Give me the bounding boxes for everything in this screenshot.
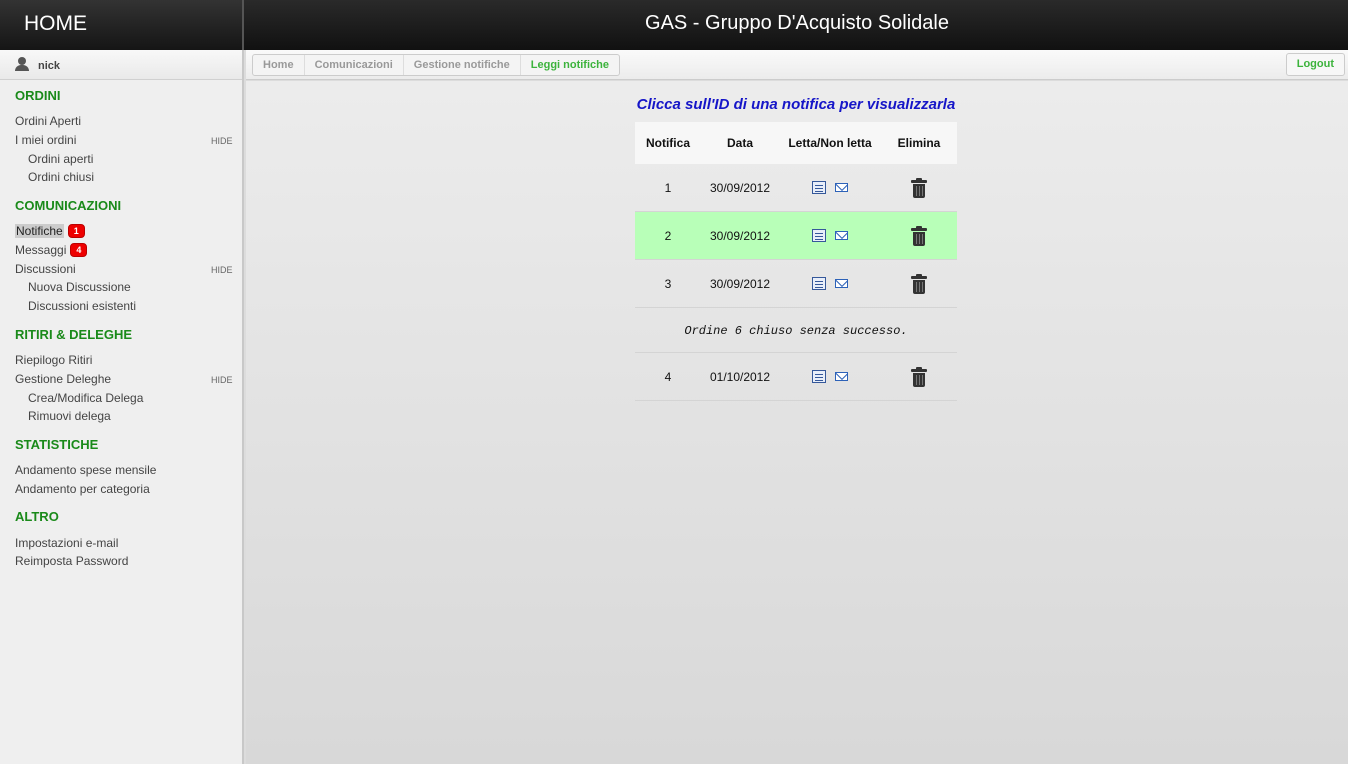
column-header-letta: Letta/Non letta xyxy=(788,136,872,150)
breadcrumb-comunicazioni[interactable]: Comunicazioni xyxy=(305,55,404,75)
notifications-table: Notifica Data Letta/Non letta Elimina 1 … xyxy=(635,122,957,401)
read-document-icon[interactable] xyxy=(812,370,826,383)
delete-cell xyxy=(881,260,957,307)
trash-icon[interactable] xyxy=(911,366,927,387)
notification-date: 30/09/2012 xyxy=(709,276,771,291)
column-header-elimina: Elimina xyxy=(897,136,941,150)
home-link[interactable]: HOME xyxy=(24,12,87,36)
username: nick xyxy=(38,60,61,72)
hide-toggle-ordini[interactable]: HIDE xyxy=(211,136,233,146)
main-content: Clicca sull'ID di una notifica per visua… xyxy=(246,81,1348,764)
breadcrumb: Home Comunicazioni Gestione notifiche Le… xyxy=(252,54,620,76)
notification-date: 30/09/2012 xyxy=(709,228,771,243)
sidebar-item-notifiche[interactable]: Notifiche 1 xyxy=(15,224,85,238)
user-bar: nick xyxy=(0,50,242,80)
trash-icon[interactable] xyxy=(911,225,927,246)
sidebar-item-miei-ordini[interactable]: I miei ordini xyxy=(15,133,76,147)
sidebar-item-andamento-mensile[interactable]: Andamento spese mensile xyxy=(15,463,156,477)
section-title-comunicazioni: COMUNICAZIONI xyxy=(15,198,122,213)
envelope-icon[interactable] xyxy=(835,372,848,381)
read-status-cell xyxy=(779,353,881,400)
breadcrumb-gestione-notifiche[interactable]: Gestione notifiche xyxy=(404,55,521,75)
sidebar-subitem-nuova-discussione[interactable]: Nuova Discussione xyxy=(28,280,131,294)
hide-toggle-deleghe[interactable]: HIDE xyxy=(211,375,233,385)
column-header-notifica: Notifica xyxy=(645,136,690,150)
notification-id[interactable]: 4 xyxy=(635,353,701,400)
section-title-statistiche: STATISTICHE xyxy=(15,437,99,452)
read-document-icon[interactable] xyxy=(812,277,826,290)
breadcrumb-bar: Home Comunicazioni Gestione notifiche Le… xyxy=(246,50,1348,80)
notification-message: Ordine 6 chiuso senza successo. xyxy=(635,308,957,353)
trash-icon[interactable] xyxy=(911,273,927,294)
table-row: 4 01/10/2012 xyxy=(635,353,957,401)
top-bar: HOME GAS - Gruppo D'Acquisto Solidale xyxy=(0,0,1348,50)
delete-cell xyxy=(881,164,957,211)
envelope-icon[interactable] xyxy=(835,279,848,288)
notification-date: 30/09/2012 xyxy=(709,180,771,195)
sidebar-item-notifiche-label: Notifiche xyxy=(15,224,64,238)
trash-icon[interactable] xyxy=(911,177,927,198)
sidebar-item-reimposta-password[interactable]: Reimposta Password xyxy=(15,554,128,568)
sidebar: nick ORDINI Ordini Aperti I miei ordini … xyxy=(0,50,244,764)
table-row-selected: 2 30/09/2012 xyxy=(635,212,957,260)
column-header-data: Data xyxy=(726,136,753,150)
notification-id[interactable]: 2 xyxy=(635,212,701,259)
envelope-icon[interactable] xyxy=(835,183,848,192)
table-row: 1 30/09/2012 xyxy=(635,164,957,212)
user-icon xyxy=(15,57,29,72)
sidebar-item-ordini-aperti[interactable]: Ordini Aperti xyxy=(15,114,81,128)
read-status-cell xyxy=(779,164,881,211)
delete-cell xyxy=(881,353,957,400)
hide-toggle-discussioni[interactable]: HIDE xyxy=(211,265,233,275)
table-row: 3 30/09/2012 xyxy=(635,260,957,308)
sidebar-item-discussioni[interactable]: Discussioni xyxy=(15,262,76,276)
table-header: Notifica Data Letta/Non letta Elimina xyxy=(635,122,957,164)
sidebar-item-impostazioni-email[interactable]: Impostazioni e-mail xyxy=(15,536,118,550)
breadcrumb-home[interactable]: Home xyxy=(253,55,305,75)
notifiche-count-badge: 1 xyxy=(67,224,85,238)
sidebar-item-riepilogo-ritiri[interactable]: Riepilogo Ritiri xyxy=(15,353,92,367)
messaggi-count-badge: 4 xyxy=(70,243,88,257)
instruction-text: Clicca sull'ID di una notifica per visua… xyxy=(636,96,956,113)
section-title-ordini: ORDINI xyxy=(15,88,61,103)
read-document-icon[interactable] xyxy=(812,181,826,194)
sidebar-item-messaggi-label: Messaggi xyxy=(15,243,67,257)
notification-id[interactable]: 1 xyxy=(635,164,701,211)
read-document-icon[interactable] xyxy=(812,229,826,242)
notification-id[interactable]: 3 xyxy=(635,260,701,307)
sidebar-subitem-discussioni-esistenti[interactable]: Discussioni esistenti xyxy=(28,299,136,313)
sidebar-item-gestione-deleghe[interactable]: Gestione Deleghe xyxy=(15,372,111,386)
section-title-altro: ALTRO xyxy=(15,509,59,524)
home-box: HOME xyxy=(0,0,244,50)
read-status-cell xyxy=(779,212,881,259)
sidebar-item-andamento-categoria[interactable]: Andamento per categoria xyxy=(15,482,150,496)
breadcrumb-leggi-notifiche[interactable]: Leggi notifiche xyxy=(521,55,619,75)
delete-cell xyxy=(881,212,957,259)
notification-date: 01/10/2012 xyxy=(709,369,771,384)
sidebar-subitem-rimuovi-delega[interactable]: Rimuovi delega xyxy=(28,409,111,423)
site-title: GAS - Gruppo D'Acquisto Solidale xyxy=(645,12,949,34)
logout-button[interactable]: Logout xyxy=(1285,53,1345,76)
sidebar-subitem-ordini-chiusi[interactable]: Ordini chiusi xyxy=(28,170,94,184)
section-title-ritiri: RITIRI & DELEGHE xyxy=(15,327,133,342)
sidebar-item-messaggi[interactable]: Messaggi 4 xyxy=(15,243,88,257)
read-status-cell xyxy=(779,260,881,307)
sidebar-subitem-ordini-aperti[interactable]: Ordini aperti xyxy=(28,152,93,166)
envelope-icon[interactable] xyxy=(835,231,848,240)
sidebar-subitem-crea-delega[interactable]: Crea/Modifica Delega xyxy=(28,391,143,405)
